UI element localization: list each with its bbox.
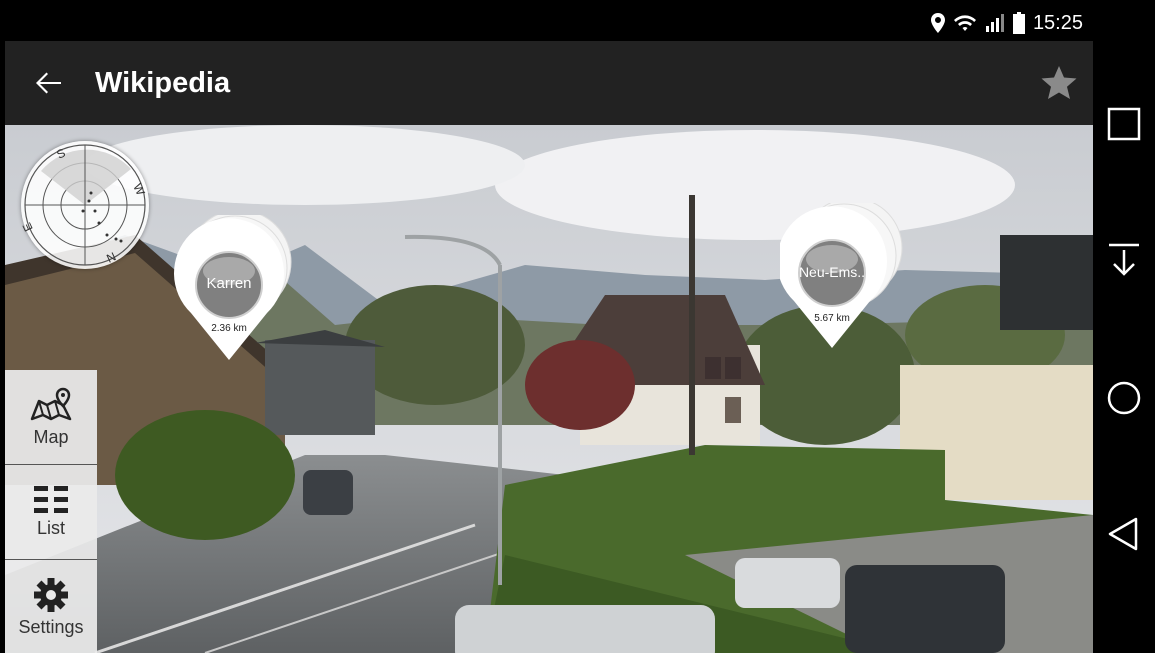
download-arrow-icon[interactable] bbox=[1106, 242, 1142, 278]
list-icon bbox=[34, 485, 68, 513]
gear-icon bbox=[34, 577, 68, 612]
radar-dial: S W N E bbox=[20, 144, 148, 266]
side-menu: Map List Settings bbox=[5, 370, 97, 653]
app-screen: 15:25 Wikipedia Karren 2.36 km Neu-Ems..… bbox=[5, 5, 1093, 653]
radar-east-label: E bbox=[21, 220, 36, 233]
poi-marker-karren[interactable]: Karren 2.36 km bbox=[171, 215, 301, 365]
page-title: Wikipedia bbox=[95, 67, 231, 99]
location-icon bbox=[930, 13, 945, 33]
settings-button-label: Settings bbox=[18, 616, 84, 637]
arrow-left-icon[interactable] bbox=[31, 65, 67, 101]
map-icon bbox=[30, 387, 72, 420]
settings-button[interactable]: Settings bbox=[5, 560, 97, 653]
system-nav-bar bbox=[1093, 0, 1155, 653]
poi-label: Neu-Ems.. bbox=[798, 264, 866, 280]
status-bar: 15:25 bbox=[5, 5, 1093, 41]
map-button[interactable]: Map bbox=[5, 370, 97, 465]
list-button-label: List bbox=[36, 517, 65, 538]
poi-marker-neu-ems[interactable]: Neu-Ems.. 5.67 km bbox=[780, 203, 910, 353]
camera-scene-image bbox=[5, 125, 1093, 653]
list-button[interactable]: List bbox=[5, 465, 97, 560]
radar-compass[interactable]: S W N E bbox=[20, 141, 149, 269]
battery-icon bbox=[1012, 12, 1025, 34]
poi-distance: 2.36 km bbox=[211, 323, 247, 334]
camera-view[interactable]: Karren 2.36 km Neu-Ems.. 5.67 km bbox=[5, 125, 1093, 653]
radar-west-label: W bbox=[130, 181, 148, 198]
recents-square-icon[interactable] bbox=[1106, 106, 1142, 142]
map-button-label: Map bbox=[33, 426, 69, 447]
back-triangle-icon[interactable] bbox=[1106, 516, 1142, 552]
wifi-icon bbox=[953, 15, 976, 31]
star-icon[interactable] bbox=[1039, 63, 1079, 103]
home-circle-icon[interactable] bbox=[1106, 380, 1142, 416]
poi-label: Karren bbox=[206, 275, 252, 292]
signal-icon bbox=[985, 14, 1004, 32]
poi-distance: 5.67 km bbox=[814, 313, 850, 324]
status-time: 15:25 bbox=[1032, 11, 1083, 34]
app-bar: Wikipedia bbox=[5, 41, 1093, 125]
radar-north-label: N bbox=[104, 249, 118, 265]
